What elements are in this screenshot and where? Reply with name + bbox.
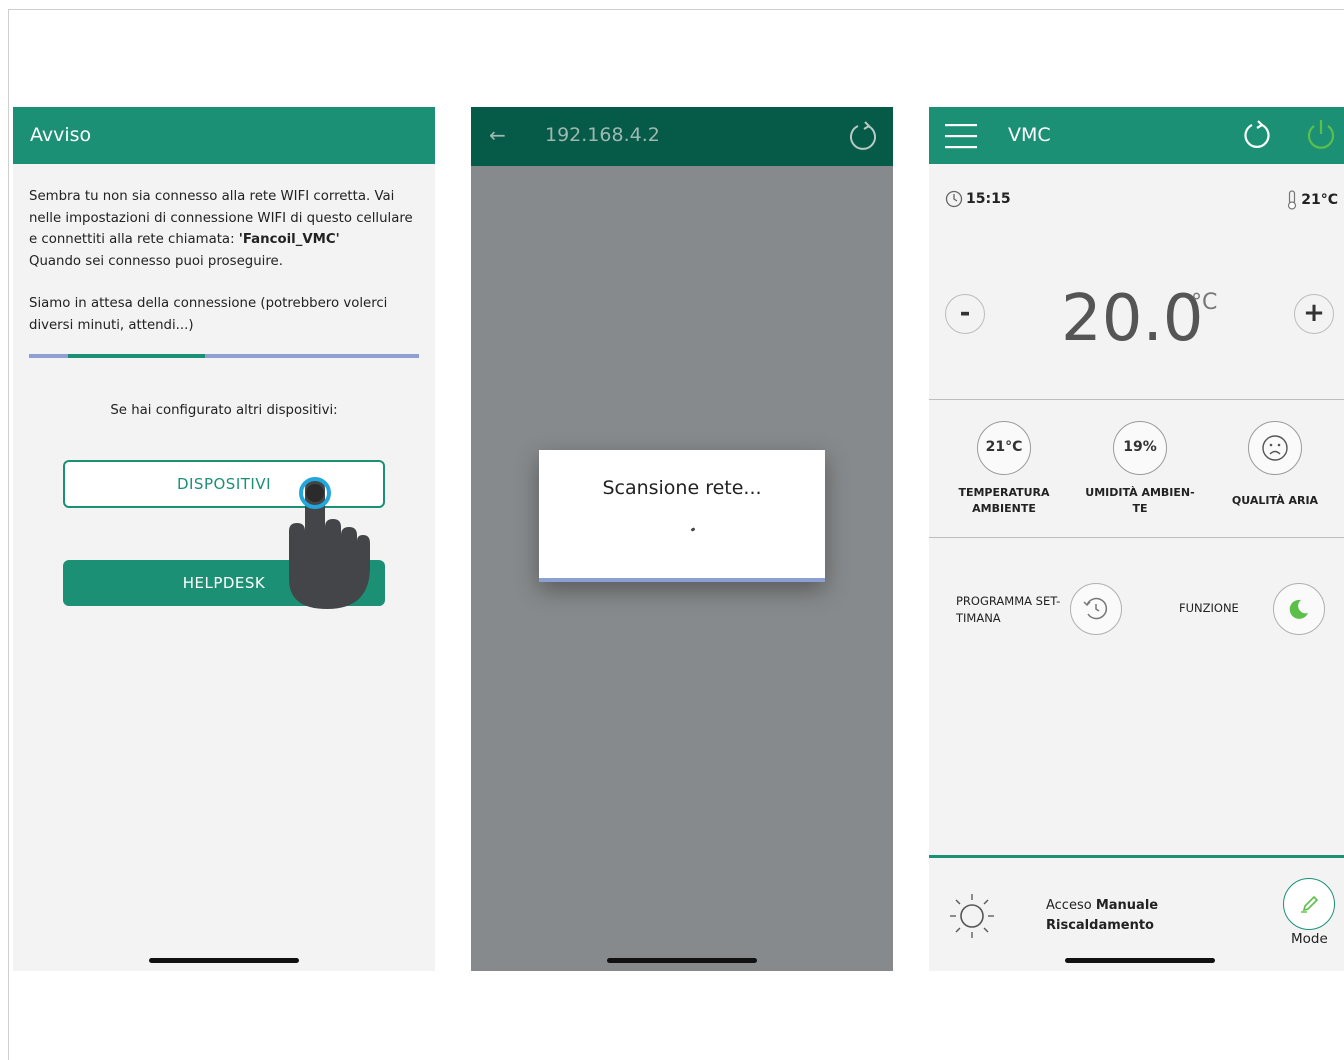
- temperature-value: 21°C: [977, 421, 1031, 475]
- program-label-line: PROGRAMMA SET-: [956, 594, 1061, 608]
- thermometer-icon: [1288, 190, 1297, 210]
- bottom-divider: [929, 855, 1344, 858]
- setpoint-control: - 20.0 °C +: [929, 280, 1344, 360]
- connection-progress-bar: [29, 354, 419, 358]
- weekly-program-button[interactable]: [1070, 583, 1122, 635]
- header-title: Avviso: [30, 124, 92, 146]
- power-icon[interactable]: [1304, 118, 1338, 152]
- stat-label-line: TEMPERATURA: [958, 486, 1050, 499]
- screen-vmc-control: VMC 15:15 21°C - 20.0 °C + 21°C TEMPERAT…: [929, 107, 1344, 971]
- hand-pointer-icon: [289, 477, 370, 609]
- mode-status: Acceso Manuale Riscaldamento: [1046, 896, 1158, 936]
- stat-temperature: 21°C TEMPERATURA AMBIENTE: [939, 421, 1069, 517]
- program-row: PROGRAMMA SET- TIMANA FUNZIONE: [929, 583, 1344, 643]
- stat-label: QUALITÀ ARIA: [1231, 494, 1319, 507]
- warning-message: Sembra tu non sia connesso alla rete WIF…: [13, 164, 435, 336]
- stat-label: UMIDITÀ AMBIEN- TE: [1075, 485, 1205, 517]
- decrease-button[interactable]: -: [945, 294, 985, 334]
- stat-label-line: AMBIENTE: [972, 502, 1036, 515]
- outdoor-temp-display: 21°C: [1286, 190, 1338, 210]
- header-title: VMC: [1008, 124, 1051, 146]
- increase-button[interactable]: +: [1294, 294, 1334, 334]
- back-arrow-icon[interactable]: ←: [489, 123, 506, 147]
- header-address: 192.168.4.2: [545, 124, 660, 146]
- mode-prefix: Acceso: [1046, 898, 1096, 913]
- header-bar: ← 192.168.4.2: [471, 107, 893, 166]
- setpoint-unit: °C: [1191, 290, 1218, 315]
- function-label: FUNZIONE: [1179, 601, 1239, 615]
- humidity-value: 19%: [1113, 421, 1167, 475]
- refresh-icon[interactable]: [1242, 120, 1272, 150]
- progress-fill: [68, 354, 205, 358]
- message-proceed: Quando sei connesso puoi proseguire.: [29, 253, 283, 269]
- home-indicator: [1065, 958, 1215, 963]
- stat-label-line: UMIDITÀ AMBIEN-: [1085, 486, 1195, 499]
- message-text: Sembra tu non sia connesso alla rete WIF…: [29, 189, 413, 247]
- stat-label: TEMPERATURA AMBIENTE: [939, 485, 1069, 517]
- menu-icon[interactable]: [945, 123, 977, 149]
- mode-manual: Manuale: [1095, 898, 1159, 913]
- stat-label-line: TE: [1132, 502, 1148, 515]
- program-label: PROGRAMMA SET- TIMANA: [956, 593, 1060, 627]
- divider: [929, 537, 1344, 538]
- dialog-progress-bar: [539, 578, 825, 582]
- setpoint-value: 20.0: [1061, 282, 1204, 356]
- screen-network-scan: ← 192.168.4.2 Scansione rete...: [471, 107, 893, 971]
- header-bar: VMC: [929, 107, 1344, 164]
- time-value: 15:15: [966, 191, 1011, 207]
- mode-button[interactable]: [1283, 878, 1335, 930]
- screen-wifi-warning: Avviso Sembra tu non sia connesso alla r…: [13, 107, 435, 971]
- divider: [929, 399, 1344, 400]
- moon-icon: [1289, 599, 1308, 619]
- sad-face-icon: [1262, 435, 1288, 461]
- air-quality-indicator: [1248, 421, 1302, 475]
- schedule-icon: [1082, 597, 1107, 619]
- stat-air-quality: QUALITÀ ARIA: [1210, 421, 1340, 509]
- home-indicator: [607, 958, 757, 963]
- sun-icon: [950, 894, 994, 938]
- refresh-icon[interactable]: [847, 120, 879, 152]
- clock-display: 15:15: [945, 190, 1011, 208]
- mode-button-label: Mode: [1291, 931, 1328, 947]
- loading-spinner: [690, 527, 696, 532]
- header-bar: Avviso: [13, 107, 435, 164]
- outdoor-temp-value: 21°C: [1301, 192, 1338, 208]
- info-row: 15:15 21°C: [945, 190, 1338, 210]
- program-label-line: TIMANA: [956, 611, 1001, 625]
- message-waiting: Siamo in attesa della connessione (potre…: [29, 296, 388, 333]
- scan-dialog: Scansione rete...: [539, 450, 825, 582]
- function-button[interactable]: [1273, 583, 1325, 635]
- home-indicator: [149, 958, 299, 963]
- dialog-title: Scansione rete...: [602, 477, 762, 499]
- network-name: 'Fancoil_VMC': [238, 232, 340, 247]
- pencil-icon: [1300, 895, 1318, 913]
- other-devices-text: Se hai configurato altri dispositivi:: [110, 403, 338, 418]
- stat-humidity: 19% UMIDITÀ AMBIEN- TE: [1075, 421, 1205, 517]
- clock-icon: [945, 190, 963, 208]
- mode-heating: Riscaldamento: [1046, 918, 1154, 933]
